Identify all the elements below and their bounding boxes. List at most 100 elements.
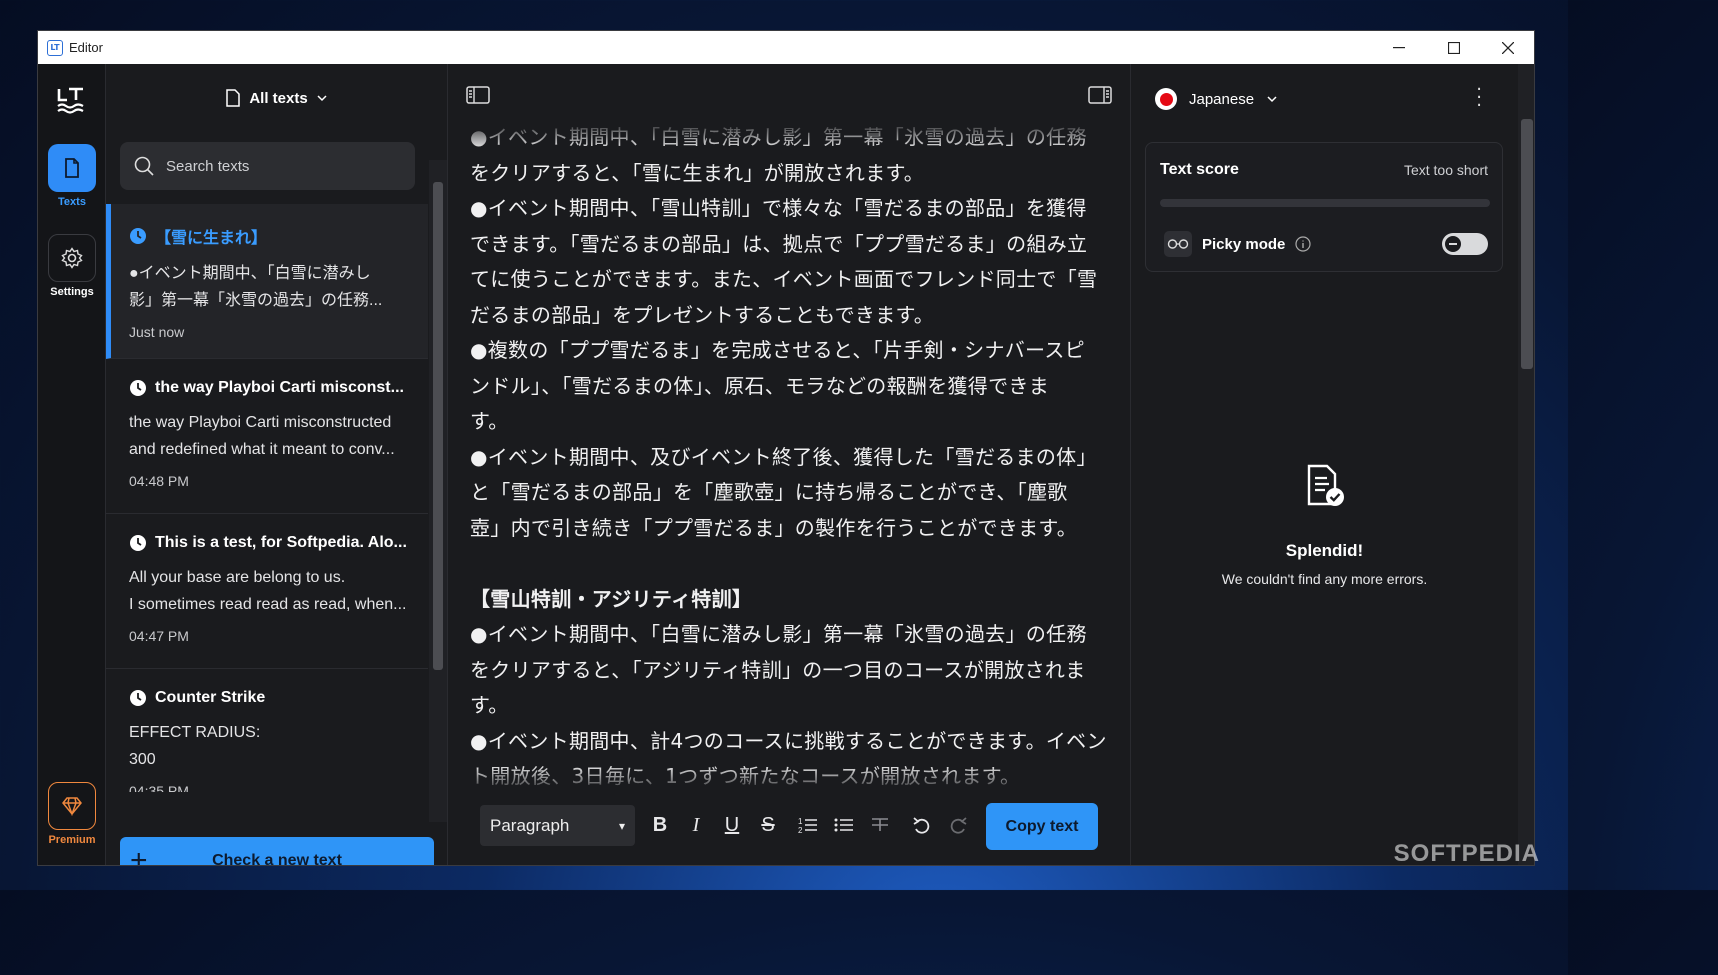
list-scrollbar[interactable] xyxy=(429,160,447,822)
nav-rail: Texts Settings Premium xyxy=(38,64,106,865)
clock-icon xyxy=(130,228,146,244)
list-item-title: This is a test, for Softpedia. Alo... xyxy=(129,534,422,552)
close-icon xyxy=(1502,41,1514,54)
redo-button[interactable] xyxy=(944,811,972,839)
gear-icon[interactable] xyxy=(48,234,96,282)
more-options-icon[interactable]: · · · xyxy=(1476,81,1482,115)
svg-text:2: 2 xyxy=(798,826,803,834)
numbered-list-button[interactable]: 12 xyxy=(794,811,822,839)
no-errors-message: Splendid! We couldn't find any more erro… xyxy=(1131,464,1518,587)
editor-area: ●イベント期間中、「白雪に潜みし影」第一幕「氷雪の過去」の任務をクリアすると、「… xyxy=(448,64,1130,865)
list-item[interactable]: This is a test, for Softpedia. Alo... Al… xyxy=(106,514,428,669)
editor-line: 壺」内で引き続き「ププ雪だるま」の製作を行うことができます。 xyxy=(470,515,1077,540)
list-item-time: Just now xyxy=(129,324,185,340)
editor-line: ●複数の「ププ雪だるま」を完成させると、「片手剣・シナバースピ xyxy=(470,338,1085,362)
editor-line: と「雪だるまの部品」を「塵歌壺」に持ち帰ることができ、「塵歌 xyxy=(470,480,1068,504)
copy-text-button[interactable]: Copy text xyxy=(986,803,1098,850)
list-item-preview: EFFECT RADIUS: 300 xyxy=(129,724,261,768)
search-input[interactable] xyxy=(166,157,396,175)
info-icon[interactable] xyxy=(1295,236,1311,252)
maximize-icon xyxy=(1448,41,1460,54)
editor-line: 【雪山特訓・アジリティ特訓】 xyxy=(470,586,753,611)
languagetool-logo[interactable] xyxy=(56,86,86,114)
paragraph-select[interactable]: Paragraph ▾ xyxy=(480,805,635,846)
list-item-preview: the way Playboi Carti misconstructed and… xyxy=(129,414,395,458)
toggle-right-panel-icon[interactable] xyxy=(1088,86,1112,104)
list-item-title: 【雪に生まれ】 xyxy=(129,224,422,248)
strikethrough-button[interactable]: S xyxy=(754,811,782,839)
text-list-panel: All texts 【雪に生まれ】 ●イベント期間中、「白雪に潜みし 影」第一幕… xyxy=(106,64,448,865)
app-icon: LT xyxy=(47,39,63,56)
editor-line: をクリアすると、「アジリティ特訓」の一つ目のコースが開放されま xyxy=(470,657,1086,682)
rail-texts-label: Texts xyxy=(58,196,86,208)
undo-icon xyxy=(913,817,930,834)
file-icon xyxy=(226,89,241,107)
japan-flag-icon xyxy=(1155,88,1177,110)
editor-line: ●イベント期間中、「白雪に潜みし影」第一幕「氷雪の過去」の任務 xyxy=(470,622,1087,646)
list-item-preview: ●イベント期間中、「白雪に潜みし 影」第一幕「氷雪の過去」の任務... xyxy=(129,265,383,309)
rail-premium-label: Premium xyxy=(48,834,96,846)
format-toolbar: Paragraph ▾ B I U S 12 Copy text xyxy=(448,793,1130,865)
right-panel: Japanese · · · Text score Text too short P… xyxy=(1130,64,1518,865)
rail-settings-label: Settings xyxy=(50,286,94,298)
clock-icon xyxy=(130,690,146,706)
all-texts-dropdown[interactable]: All texts xyxy=(106,84,447,112)
plus-icon: + xyxy=(130,843,148,866)
file-icon[interactable] xyxy=(48,144,96,192)
svg-text:1: 1 xyxy=(798,817,803,826)
score-status: Text too short xyxy=(1403,162,1488,178)
bullet-list-button[interactable] xyxy=(830,811,858,839)
clear-format-button[interactable] xyxy=(866,811,894,839)
bold-button[interactable]: B xyxy=(646,811,674,839)
undo-button[interactable] xyxy=(908,811,936,839)
rail-premium[interactable]: Premium xyxy=(48,782,96,846)
close-button[interactable] xyxy=(1481,31,1534,64)
title-bar: LT Editor xyxy=(38,31,1534,64)
editor-line: ンドル」、「雪だるまの体」、原石、モラなどの報酬を獲得できま xyxy=(470,373,1049,398)
window-title: Editor xyxy=(69,40,103,55)
glasses-icon xyxy=(1164,231,1192,257)
list-item[interactable]: the way Playboi Carti misconst... the wa… xyxy=(106,359,428,514)
rail-texts[interactable]: Texts xyxy=(48,144,96,208)
editor-text[interactable]: ●イベント期間中、「白雪に潜みし影」第一幕「氷雪の過去」の任務をクリアすると、「… xyxy=(470,120,1110,790)
editor-line: す。 xyxy=(470,693,509,717)
softpedia-watermark: SOFTPEDIA xyxy=(1393,840,1540,867)
chevron-down-icon xyxy=(1267,96,1277,103)
list-item[interactable]: Counter Strike EFFECT RADIUS: 300 04:35 … xyxy=(106,669,428,792)
check-new-text-button[interactable]: + Check a new text xyxy=(120,837,434,866)
fade-top xyxy=(448,120,1130,150)
picky-mode-label: Picky mode xyxy=(1202,235,1286,253)
list-item-title: Counter Strike xyxy=(129,689,422,707)
text-score-card: Text score Text too short Picky mode xyxy=(1145,142,1503,272)
clock-icon xyxy=(130,380,146,396)
editor-line: てに使うことができます。また、イベント画面でフレンド同士で「雪 xyxy=(470,267,1098,291)
editor-line: ●イベント期間中、及びイベント終了後、獲得した「雪だるまの体」 xyxy=(470,444,1097,469)
score-title: Text score xyxy=(1160,161,1239,178)
editor-line: す。 xyxy=(470,409,509,433)
list-item[interactable]: 【雪に生まれ】 ●イベント期間中、「白雪に潜みし 影」第一幕「氷雪の過去」の任務… xyxy=(106,204,428,359)
italic-button[interactable]: I xyxy=(682,811,710,839)
language-dropdown[interactable]: Japanese xyxy=(1155,88,1278,110)
picky-mode-toggle[interactable] xyxy=(1442,233,1488,255)
editor-line: をクリアすると、「雪に生まれ」が開放されます。 xyxy=(470,160,925,185)
score-progress-bar xyxy=(1160,199,1490,207)
editor-line: ●イベント期間中、計4つのコースに挑戦することができます。イベン xyxy=(470,728,1107,753)
text-list: 【雪に生まれ】 ●イベント期間中、「白雪に潜みし 影」第一幕「氷雪の過去」の任務… xyxy=(106,204,428,792)
toggle-left-panel-icon[interactable] xyxy=(466,86,490,104)
fade-bottom xyxy=(448,764,1130,794)
minimize-button[interactable] xyxy=(1372,31,1426,64)
diamond-icon[interactable] xyxy=(48,782,96,830)
window-scrollbar[interactable] xyxy=(1518,64,1534,865)
maximize-button[interactable] xyxy=(1427,31,1481,64)
rail-settings[interactable]: Settings xyxy=(48,234,96,298)
bullet-list-icon xyxy=(834,818,853,832)
chevron-down-icon: ▾ xyxy=(618,818,625,833)
editor-line: ●イベント期間中、「雪山特訓」で様々な「雪だるまの部品」を獲得 xyxy=(470,196,1087,220)
redo-icon xyxy=(950,817,967,834)
language-label: Japanese xyxy=(1189,90,1255,108)
list-item-time: 04:35 PM xyxy=(129,783,189,792)
underline-button[interactable]: U xyxy=(718,811,746,839)
editor-line: できます。「雪だるまの部品」は、拠点で「ププ雪だるま」の組み立 xyxy=(470,231,1088,256)
list-item-time: 04:47 PM xyxy=(129,628,189,644)
search-box[interactable] xyxy=(120,142,415,190)
